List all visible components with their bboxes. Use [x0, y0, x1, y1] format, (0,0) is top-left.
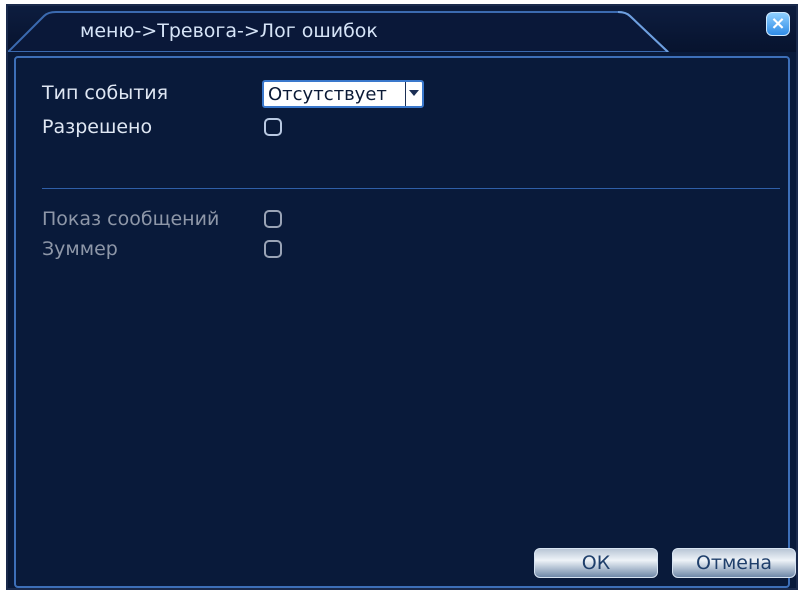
title-bar: меню->Тревога->Лог ошибок × — [8, 6, 796, 52]
buzzer-label: Зуммер — [42, 238, 118, 260]
show-message-checkbox[interactable] — [264, 210, 282, 228]
section-divider — [42, 188, 780, 189]
enabled-label: Разрешено — [42, 116, 153, 138]
buzzer-checkbox[interactable] — [264, 240, 282, 258]
cancel-button[interactable]: Отмена — [672, 548, 796, 578]
close-icon[interactable]: × — [766, 12, 790, 36]
event-type-select[interactable]: Отсутствует — [262, 80, 424, 108]
show-message-label: Показ сообщений — [42, 208, 220, 230]
window-title: меню->Тревога->Лог ошибок — [80, 20, 378, 42]
ok-button[interactable]: ОК — [534, 548, 658, 578]
dialog-window: меню->Тревога->Лог ошибок × Тип события … — [6, 4, 798, 590]
settings-panel: Тип события Отсутствует Разрешено Показ … — [14, 56, 796, 588]
event-type-value: Отсутствует — [268, 84, 387, 105]
enabled-checkbox[interactable] — [264, 118, 282, 136]
event-type-label: Тип события — [42, 82, 169, 104]
chevron-down-icon[interactable] — [405, 82, 422, 106]
